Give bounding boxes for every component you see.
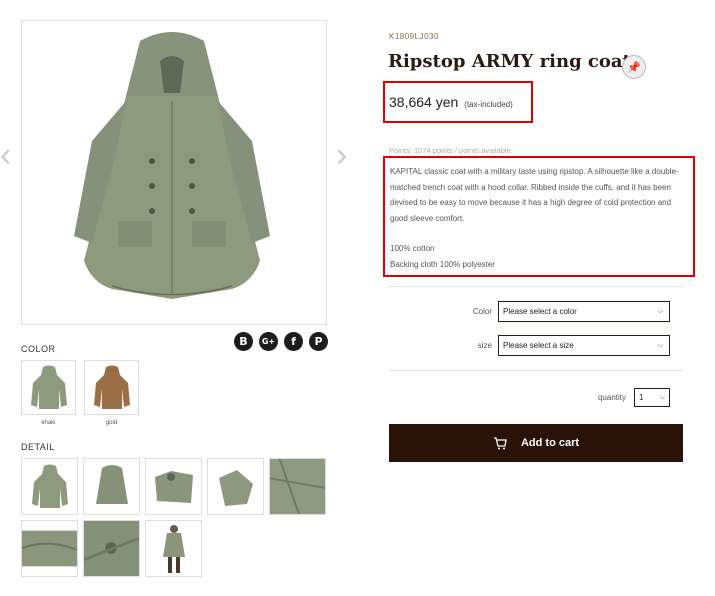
color-select-value: Please select a color: [503, 307, 577, 316]
googleplus-icon[interactable]: G+: [259, 332, 278, 351]
size-select-value: Please select a size: [503, 341, 574, 350]
color-select[interactable]: Please select a color ⌵: [498, 301, 670, 322]
product-price: 38,664 yen: [389, 94, 459, 110]
pin-favorite-icon[interactable]: 📌: [622, 55, 646, 79]
product-description: KAPITAL classic coat with a military tas…: [390, 167, 679, 223]
product-sku: K1809LJ030: [389, 32, 439, 41]
color-option-label: Color: [472, 307, 492, 316]
divider-middle: [389, 370, 683, 371]
divider-top: [389, 286, 683, 287]
cart-icon: [493, 436, 507, 449]
add-to-cart-button[interactable]: Add to cart: [389, 424, 683, 462]
quantity-select-value: 1: [639, 393, 644, 402]
size-option-label: size: [477, 341, 492, 350]
quantity-label: quantity: [597, 393, 626, 402]
quantity-select[interactable]: 1 ⌵: [634, 388, 670, 407]
color-swatch-gold-caption: gold: [105, 420, 118, 426]
product-title: Ripstop ARMY ring coat: [388, 51, 631, 72]
color-swatch-khaki[interactable]: [21, 360, 76, 415]
detail-thumb-6[interactable]: [21, 520, 78, 577]
pinterest-icon[interactable]: P: [309, 332, 328, 351]
material-main: 100% cotton: [390, 244, 435, 254]
prev-image-arrow[interactable]: ‹: [0, 138, 11, 172]
color-swatch-gold[interactable]: [84, 360, 139, 415]
next-image-arrow[interactable]: ›: [336, 138, 347, 172]
points-info: Points: 1074 points / points available: [389, 146, 511, 155]
detail-thumb-5[interactable]: [269, 458, 326, 515]
detail-thumb-4[interactable]: [207, 458, 264, 515]
share-buttons: B G+ f P: [234, 332, 328, 351]
detail-thumbnails: [21, 458, 326, 577]
add-to-cart-label: Add to cart: [520, 437, 580, 449]
chevron-down-icon: ⌵: [659, 393, 665, 401]
facebook-icon[interactable]: f: [284, 332, 303, 351]
detail-thumb-3[interactable]: [145, 458, 202, 515]
detail-thumb-7[interactable]: [83, 520, 140, 577]
detail-thumb-1[interactable]: [21, 458, 78, 515]
material-backing: Backing cloth 100% polyester: [390, 259, 495, 269]
color-swatch-khaki-caption: khaki: [41, 420, 56, 426]
blogger-icon[interactable]: B: [234, 332, 253, 351]
size-select[interactable]: Please select a size ⌵: [498, 335, 670, 356]
chevron-down-icon: ⌵: [657, 341, 663, 349]
price-highlight-box: 38,664 yen (tax-included): [383, 81, 533, 123]
detail-thumb-8[interactable]: [145, 520, 202, 577]
main-product-image: [21, 20, 327, 325]
chevron-down-icon: ⌵: [657, 307, 663, 315]
description-highlight-box: KAPITAL classic coat with a military tas…: [383, 156, 695, 277]
detail-thumb-2[interactable]: [83, 458, 140, 515]
detail-section-label: DETAIL: [21, 442, 55, 452]
tax-note: (tax-included): [464, 100, 513, 109]
color-section-label: COLOR: [21, 344, 56, 354]
